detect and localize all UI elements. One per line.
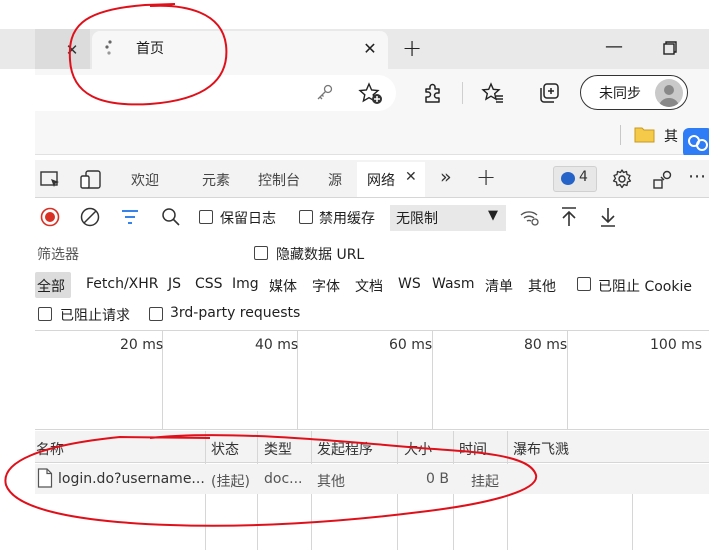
- type-filter-manifest[interactable]: 清单: [485, 276, 513, 296]
- message-icon: [561, 172, 575, 185]
- issues-count: 4: [579, 169, 588, 185]
- timeline-tick-label: 80 ms: [524, 337, 568, 353]
- request-type: doc...: [264, 471, 303, 487]
- document-icon: [37, 468, 53, 488]
- issues-badge[interactable]: [553, 166, 597, 192]
- key-icon[interactable]: [315, 83, 335, 103]
- folder-icon[interactable]: [634, 125, 656, 145]
- blocked-cookies-label: 已阻止 Cookie: [598, 279, 692, 295]
- request-status: (挂起): [211, 474, 250, 490]
- column-header-type[interactable]: 类型: [264, 439, 292, 459]
- blocked-requests-checkbox[interactable]: [38, 307, 52, 321]
- timeline-tick-label: 20 ms: [120, 337, 164, 353]
- toolbar-divider: [462, 82, 463, 104]
- throttling-value: 无限制: [396, 211, 438, 227]
- blocked-cookies-checkbox[interactable]: [577, 277, 591, 291]
- column-header-status[interactable]: 状态: [211, 439, 239, 459]
- export-har-icon[interactable]: [598, 206, 618, 228]
- network-conditions-icon[interactable]: [519, 207, 541, 227]
- clear-icon[interactable]: [80, 207, 100, 227]
- translate-widget-icon[interactable]: [683, 128, 709, 158]
- tab-title: 首页: [136, 41, 164, 57]
- third-party-checkbox[interactable]: [149, 307, 163, 321]
- loading-icon: [102, 39, 118, 57]
- extensions-icon[interactable]: [421, 81, 445, 105]
- filter-icon[interactable]: [120, 208, 140, 226]
- blocked-requests-label: 已阻止请求: [60, 308, 130, 324]
- gear-icon[interactable]: [611, 168, 633, 190]
- tab-elements[interactable]: 元素: [202, 170, 230, 190]
- address-bar[interactable]: [35, 75, 396, 111]
- search-icon[interactable]: [161, 207, 181, 227]
- type-filter-font[interactable]: 字体: [312, 276, 340, 296]
- previous-tab-close-icon[interactable]: ✕: [62, 40, 82, 60]
- column-header-size[interactable]: 大小: [404, 439, 432, 459]
- type-filter-all[interactable]: 全部: [37, 276, 65, 296]
- tab-welcome[interactable]: 欢迎: [131, 170, 159, 190]
- filter-placeholder: 筛选器: [37, 247, 79, 263]
- new-tab-button[interactable]: +: [400, 36, 424, 60]
- add-tab-icon[interactable]: +: [476, 163, 496, 191]
- preserve-log-label: 保留日志: [220, 211, 276, 227]
- type-filter-doc[interactable]: 文档: [355, 276, 383, 296]
- customize-icon[interactable]: [652, 168, 674, 190]
- type-filter-fetch-xhr[interactable]: Fetch/XHR: [86, 276, 159, 292]
- tab-close-icon[interactable]: ✕: [360, 39, 380, 59]
- maximize-icon[interactable]: [660, 38, 680, 58]
- favorites-icon[interactable]: [481, 81, 505, 105]
- request-size: 0 B: [426, 471, 449, 487]
- type-filter-img[interactable]: Img: [232, 276, 259, 292]
- favorites-bar: [35, 117, 709, 155]
- column-header-name[interactable]: 名称: [36, 439, 64, 459]
- timeline-tick-label: 100 ms: [650, 337, 703, 353]
- device-emulation-icon[interactable]: [80, 169, 102, 191]
- minimize-button[interactable]: —: [602, 36, 626, 60]
- inspect-element-icon[interactable]: [40, 170, 62, 190]
- type-filter-css[interactable]: CSS: [195, 276, 223, 292]
- column-header-initiator[interactable]: 发起程序: [317, 439, 373, 459]
- more-options-icon[interactable]: ⋯: [688, 166, 707, 187]
- hide-data-urls-label: 隐藏数据 URL: [276, 247, 365, 263]
- request-name[interactable]: login.do?username...: [58, 471, 205, 487]
- avatar[interactable]: [655, 79, 683, 107]
- favorites-divider: [620, 125, 621, 145]
- column-header-time[interactable]: 时间: [459, 439, 487, 459]
- type-filter-ws[interactable]: WS: [398, 276, 421, 292]
- hide-data-urls-checkbox[interactable]: [254, 246, 268, 260]
- chevron-down-icon[interactable]: ▼: [488, 208, 498, 223]
- type-filter-wasm[interactable]: Wasm: [432, 276, 474, 292]
- tab-sources[interactable]: 源: [328, 170, 342, 190]
- record-stop-icon[interactable]: [40, 207, 60, 227]
- preserve-log-checkbox[interactable]: [199, 210, 213, 224]
- timeline-tick-label: 60 ms: [389, 337, 433, 353]
- request-initiator: 其他: [317, 474, 345, 490]
- import-har-icon[interactable]: [559, 206, 579, 228]
- type-filter-media[interactable]: 媒体: [269, 276, 297, 296]
- sync-status-label: 未同步: [599, 86, 641, 102]
- disable-cache-label: 禁用缓存: [319, 211, 375, 227]
- disable-cache-checkbox[interactable]: [299, 210, 313, 224]
- collections-icon[interactable]: [537, 81, 561, 105]
- request-time: 挂起: [471, 474, 499, 490]
- type-filter-other[interactable]: 其他: [528, 276, 556, 296]
- tab-console[interactable]: 控制台: [258, 170, 300, 190]
- type-filter-js[interactable]: JS: [168, 276, 181, 292]
- third-party-label: 3rd-party requests: [170, 305, 301, 321]
- more-tabs-icon[interactable]: »: [440, 166, 452, 188]
- timeline-tick-label: 40 ms: [255, 337, 299, 353]
- other-favorites-label[interactable]: 其: [664, 126, 678, 146]
- column-header-waterfall[interactable]: 瀑布飞溅: [513, 439, 569, 459]
- tab-network-close-icon[interactable]: ✕: [405, 169, 417, 185]
- add-favorite-icon[interactable]: [358, 82, 384, 106]
- tab-network-label: 网络: [367, 173, 395, 189]
